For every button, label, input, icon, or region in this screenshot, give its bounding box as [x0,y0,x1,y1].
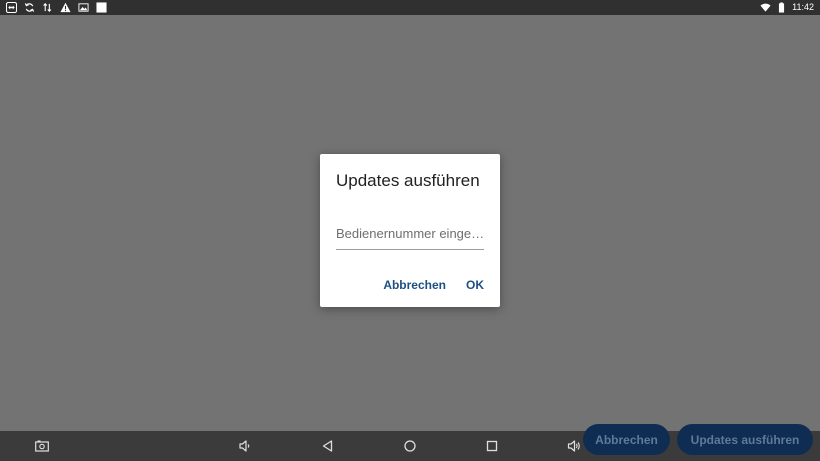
status-bar-notifications [6,2,107,13]
dialog-title: Updates ausführen [336,171,480,190]
blank-square-icon [96,2,107,13]
sync-icon [24,2,35,13]
warning-icon [60,2,71,13]
recents-icon[interactable] [485,439,499,453]
status-bar-system: 11:42 [760,2,814,13]
volume-down-icon[interactable] [238,439,252,453]
background-cancel-button[interactable]: Abbrechen [583,424,670,455]
update-dialog: Updates ausführen Abbrechen OK [320,154,500,307]
screenshot-icon[interactable] [35,439,49,453]
home-icon[interactable] [403,439,417,453]
background-run-updates-button[interactable]: Updates ausführen [677,424,813,455]
dialog-actions: Abbrechen OK [383,278,484,292]
wifi-icon [760,2,771,13]
back-icon[interactable] [321,439,335,453]
status-bar: 11:42 [0,0,820,15]
data-transfer-icon [42,2,53,13]
image-icon [78,2,89,13]
volume-up-icon[interactable] [567,439,581,453]
operator-number-input[interactable] [336,218,484,250]
battery-icon [776,2,787,13]
teamviewer-icon [6,2,17,13]
dialog-cancel-button[interactable]: Abbrechen [383,278,446,292]
dialog-ok-button[interactable]: OK [466,278,484,292]
status-bar-clock: 11:42 [792,2,814,12]
